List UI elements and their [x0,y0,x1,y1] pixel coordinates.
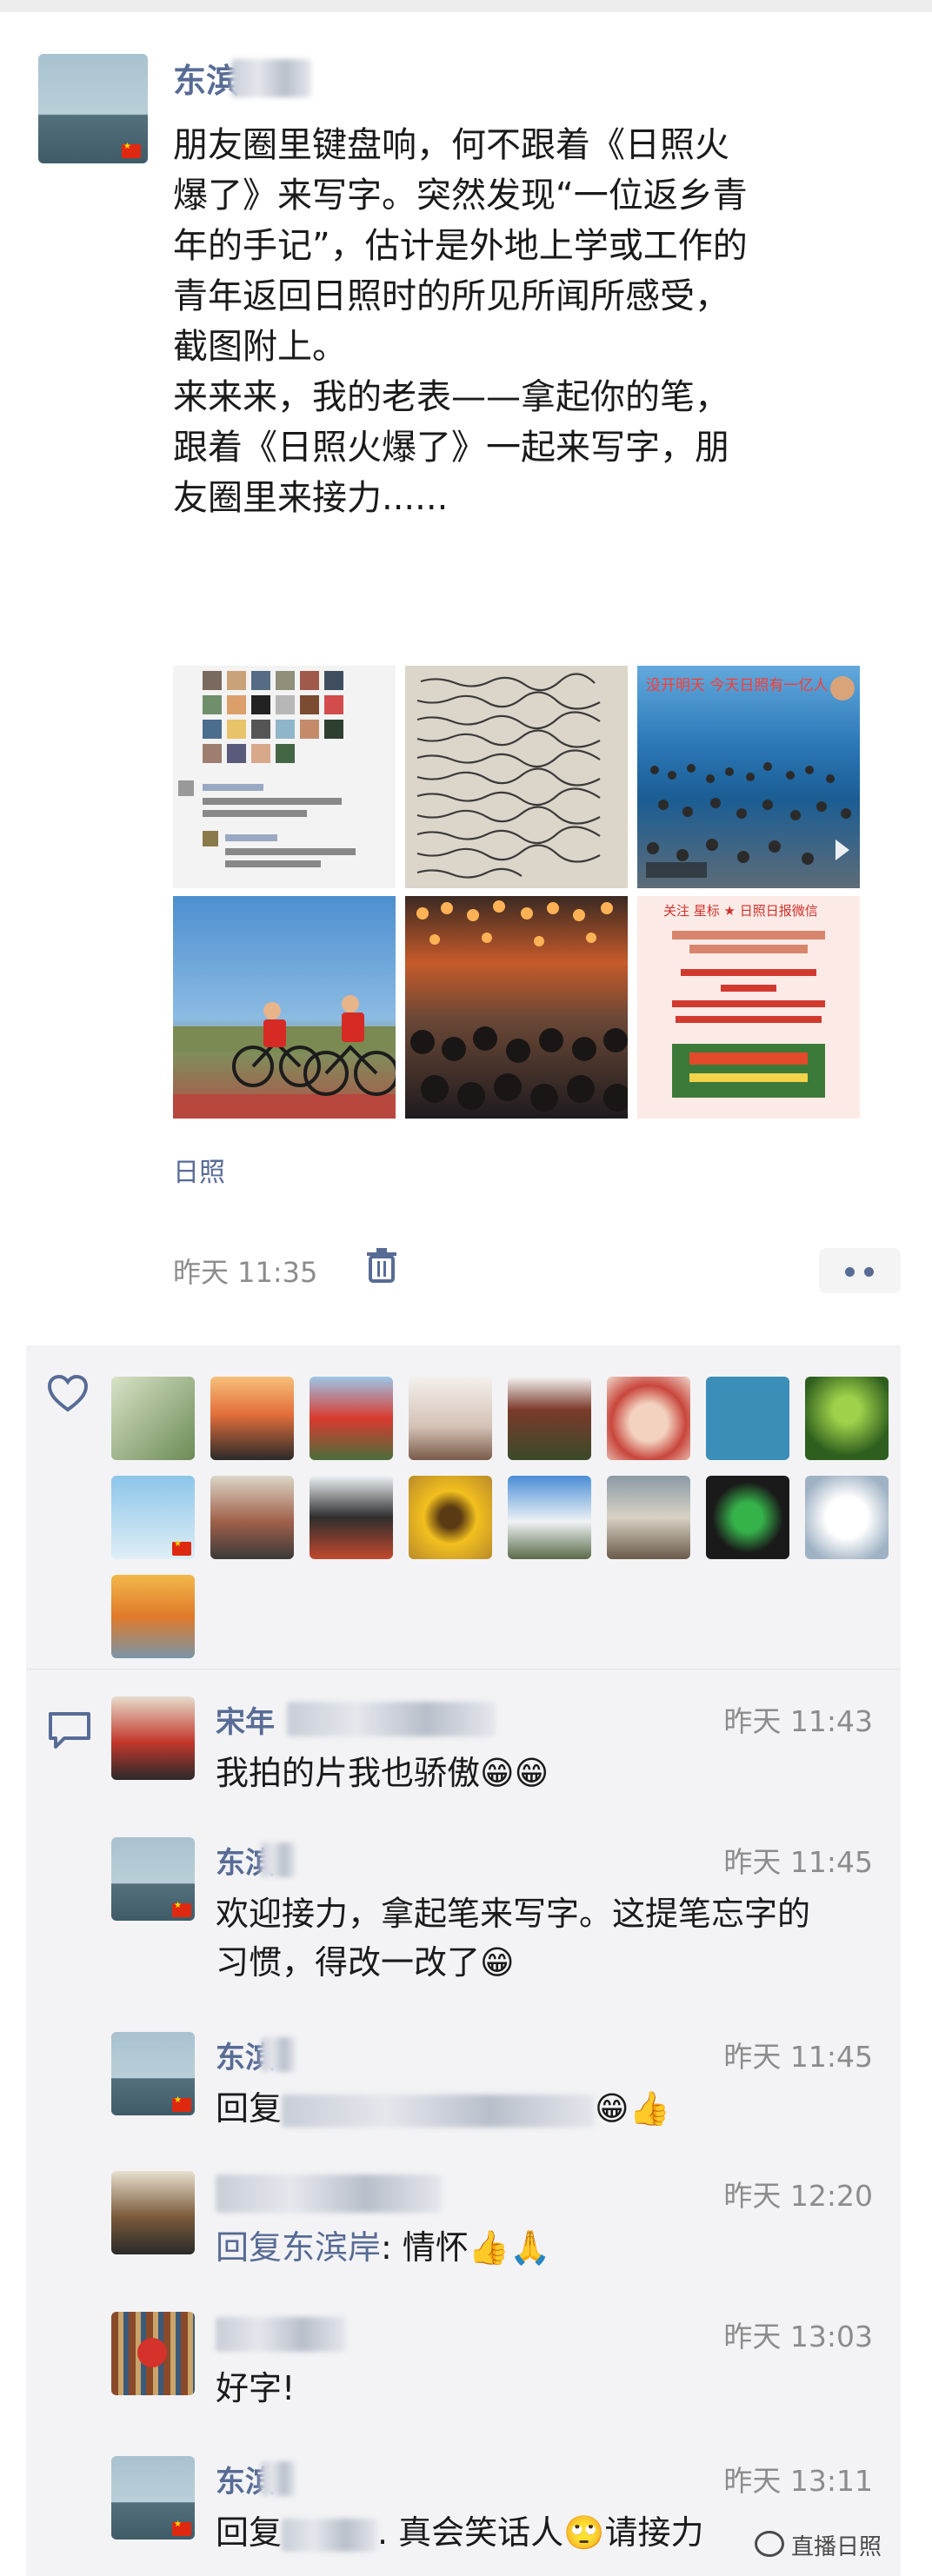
likes-section [26,1345,901,1669]
commenter-avatar[interactable] [111,2171,195,2254]
post-text-line: 年的手记”，估计是外地上学或工作的 [173,226,748,266]
comment-text: 回复 😁👍 [216,2084,824,2133]
comment-text: 回复 . 真会笑话人🙄请接力 [216,2508,824,2557]
commenter-name[interactable]: 宋年 [216,1698,275,1741]
image-thumbnail-2[interactable] [405,666,628,888]
liker-avatar[interactable] [508,1476,591,1559]
comment-time: 昨天 11:45 [723,2040,873,2074]
comment-text: 好字! [216,2369,296,2407]
image-thumbnail-6[interactable]: 关注 星标 ★ 日照日报微信 [637,896,860,1119]
comment-item[interactable]: 昨天 13:03 好字! [26,2312,901,2416]
liker-avatar[interactable] [310,1377,393,1460]
blurred-name [282,2518,378,2552]
comment-item[interactable]: 东滨 昨天 11:45 欢迎接力，拿起笔来写字。这提笔忘字的习惯，得改一改了😁 [26,1837,901,1994]
image-thumbnail-1[interactable] [173,666,396,888]
comment-text: 我拍的片我也骄傲😁😁 [216,1754,549,1792]
comment-text: 回复东滨岸: 情怀👍🙏 [216,2223,824,2272]
thumb-caption: 没开明天 今天日照有一亿人 [646,677,828,694]
liker-avatar[interactable] [805,1476,889,1559]
commenter-avatar[interactable] [111,1696,195,1780]
comment-body: . 真会笑话人🙄请接力 [377,2513,704,2552]
reply-prefix[interactable]: 回复东滨岸 [216,2228,381,2267]
flag-icon [172,1539,191,1556]
post-text-line: 来来来，我的老表——拿起你的笔， [173,377,729,417]
image-thumbnail-5[interactable] [405,896,628,1119]
blurred-name [231,59,311,97]
post-time: 昨天 11:35 [173,1256,318,1289]
trash-icon[interactable] [365,1246,398,1285]
liker-avatar[interactable] [111,1476,195,1559]
liker-avatar[interactable] [607,1476,690,1559]
post-text-line: 截图附上。 [173,327,347,367]
post-text-line: 青年返回日照时的所见所闻所感受， [173,276,729,316]
comment-body: 😁👍 [595,2089,670,2128]
dot-icon [845,1267,855,1277]
location-link[interactable]: 日照 [173,1151,225,1189]
blurred-name [216,2317,346,2352]
author-name[interactable]: 东滨 [173,54,239,102]
watermark: 直播日照 [791,2534,882,2560]
watermark-icon [755,2531,784,2557]
comment-time: 昨天 11:45 [723,1845,873,1879]
post-text-line: 跟着《日照火爆了》一起来写字，朋 [173,428,729,468]
comment-time: 昨天 11:43 [723,1704,873,1738]
liker-avatar[interactable] [210,1377,294,1460]
comment-body: : 情怀👍🙏 [381,2228,551,2267]
interaction-panel: 宋年 昨天 11:43 我拍的片我也骄傲😁😁 东滨 昨天 11:45 欢迎接力，… [26,1345,901,2576]
post-text: 朋友圈里键盘响，何不跟着《日照火 爆了》来写字。突然发现“一位返乡青 年的手记”… [173,120,912,523]
comment-time: 昨天 12:20 [723,2179,873,2213]
divider [26,1669,901,1670]
dot-icon [864,1267,874,1277]
thumb-caption: 关注 星标 ★ 日照日报微信 [663,903,818,919]
heart-icon [47,1375,89,1412]
flag-icon [172,1901,191,1917]
commenter-avatar[interactable] [111,2032,195,2115]
blurred-name [287,1702,496,1736]
liker-avatar[interactable] [409,1377,492,1460]
blurred-name [261,2461,296,2496]
blurred-name [282,2094,596,2128]
comment-text: 欢迎接力，拿起笔来写字。这提笔忘字的习惯，得改一改了😁 [216,1895,811,1982]
flag-icon [172,2520,191,2536]
top-strip [0,0,932,12]
blurred-name [216,2174,442,2213]
liker-avatar[interactable] [210,1476,294,1559]
image-thumbnail-4[interactable] [173,896,396,1119]
blurred-name [261,1842,296,1877]
liker-avatar[interactable] [607,1377,690,1460]
post-text-line: 爆了》来写字。突然发现“一位返乡青 [173,176,748,216]
liker-avatar[interactable] [805,1377,889,1460]
reply-prefix: 回复 [216,2089,283,2128]
flag-icon [172,2095,191,2112]
liker-avatar[interactable] [508,1377,591,1460]
reply-prefix: 回复 [216,2513,283,2552]
comment-item[interactable]: 宋年 昨天 11:43 我拍的片我也骄傲😁😁 [26,1696,901,1801]
blurred-name [261,2037,296,2072]
liker-avatar[interactable] [706,1377,789,1460]
commenter-avatar[interactable] [111,1837,195,1921]
comment-time: 昨天 13:03 [723,2320,873,2354]
comment-item[interactable]: 东滨 昨天 11:45 回复😁👍 [26,2032,901,2136]
image-thumbnail-3[interactable]: 没开明天 今天日照有一亿人 [637,666,860,888]
post-text-line: 友圈里来接力...... [173,478,449,518]
post-text-line: 朋友圈里键盘响，何不跟着《日照火 [173,125,729,165]
liker-avatar[interactable] [310,1476,393,1559]
liker-avatar[interactable] [706,1476,789,1559]
image-grid: 没开明天 今天日照有一亿人 关注 星标 ★ 日照日报微信 [173,666,860,1119]
commenter-avatar[interactable] [111,2312,195,2395]
commenter-avatar[interactable] [111,2456,195,2539]
author-avatar[interactable] [38,54,148,163]
comment-item[interactable]: 昨天 12:20 回复东滨岸: 情怀👍🙏 [26,2171,901,2275]
flag-icon [122,142,141,158]
liker-avatar[interactable] [111,1377,195,1460]
comment-time: 昨天 13:11 [723,2464,873,2498]
liker-avatar[interactable] [111,1575,195,1658]
more-button[interactable] [819,1248,901,1293]
liker-avatar[interactable] [409,1476,492,1559]
